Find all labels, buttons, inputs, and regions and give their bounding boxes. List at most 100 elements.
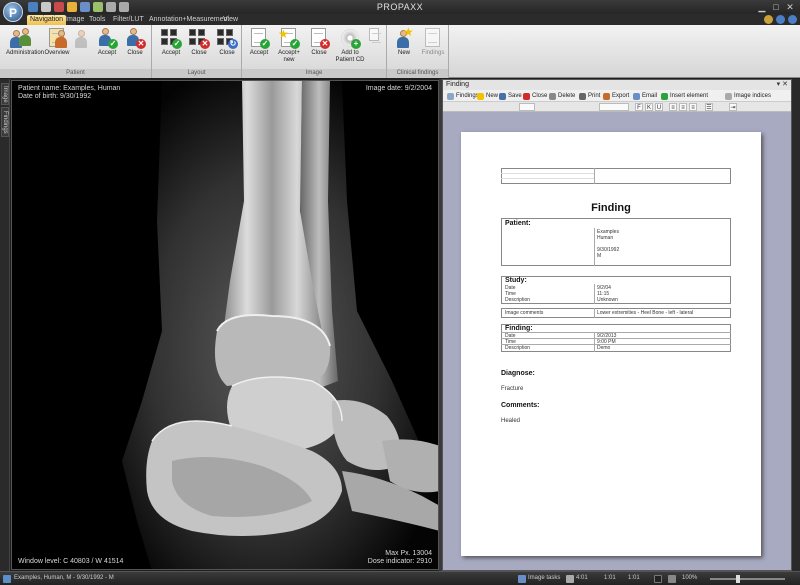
finding-document[interactable]: Finding Patient: Examples Human 9/30/199… <box>461 132 761 556</box>
doc-comments-text: Healed <box>501 418 521 424</box>
left-tab-findings[interactable]: Findings <box>1 107 9 137</box>
doc-finding-label: Description <box>505 345 531 351</box>
email-tool[interactable]: Email <box>633 91 657 101</box>
indent-icon[interactable]: ⇥ <box>729 103 737 111</box>
add-to-patient-cd-button[interactable]: + Add to Patient CD <box>334 27 366 67</box>
delete-tool[interactable]: Delete <box>549 91 575 101</box>
tab-navigation[interactable]: Navigation <box>27 15 67 25</box>
patient-name-overlay: Patient name: Examples, Human <box>18 85 121 92</box>
administration-button[interactable]: Administration <box>6 27 44 67</box>
patient-status-icon <box>3 575 11 583</box>
align-right-icon[interactable]: ≡ <box>689 103 697 111</box>
doc-finding-heading: Finding: <box>505 325 533 332</box>
ribbon-group-layout: ✓ Accept ✕ Close ↻ Close Layout <box>152 25 242 78</box>
zoom-slider[interactable] <box>710 578 785 580</box>
tab-tools[interactable]: Tools <box>86 15 108 25</box>
view-mode-icon[interactable] <box>654 575 662 583</box>
app-title: PROPAXX <box>376 2 424 12</box>
doc-finding-value: Demo <box>597 345 611 351</box>
ribbon-group-clinical-findings: ★ New Findings Clinical findings <box>387 25 449 78</box>
image-tasks-icon[interactable] <box>518 575 526 583</box>
ribbon: Administration Overview ✓ Accept ✕ Close… <box>0 25 800 78</box>
layout-close-all-icon: ↻ <box>216 27 238 49</box>
group-label-patient: Patient <box>0 69 151 78</box>
title-bar: PROPAXX ▁ □ ✕ <box>0 0 800 14</box>
print-tool[interactable]: Print <box>579 91 600 101</box>
patient-close-button[interactable]: ✕ Close <box>120 27 150 67</box>
doc-title: Finding <box>591 202 631 214</box>
finding-toolbar: Findings New Save Close Delete Print Exp… <box>443 90 791 102</box>
ribbon-group-patient: Administration Overview ✓ Accept ✕ Close… <box>0 25 152 78</box>
patient-close-icon: ✕ <box>124 27 146 49</box>
insert-element-tool[interactable]: Insert element <box>661 91 708 101</box>
help-icon[interactable] <box>788 15 797 24</box>
fit-icon[interactable] <box>668 575 676 583</box>
user-small-icon <box>74 27 88 49</box>
layout-close-all-button[interactable]: ↻ Close <box>212 27 242 67</box>
administration-icon <box>10 27 32 49</box>
status-patient-text: Examples, Human, M - 9/30/1992 - M <box>14 575 114 581</box>
pin-icon[interactable]: ▾ ✕ <box>777 80 788 90</box>
italic-button[interactable]: K <box>645 103 653 111</box>
overview-button[interactable]: Overview <box>42 27 72 67</box>
close-icon[interactable]: ✕ <box>784 2 796 12</box>
cd-icon: + <box>339 27 361 49</box>
export-tool[interactable]: Export <box>603 91 629 101</box>
list-icon[interactable]: ☰ <box>705 103 713 111</box>
image-close-button[interactable]: ✕ Close <box>304 27 334 67</box>
patient-accept-button[interactable]: ✓ Accept <box>92 27 122 67</box>
layout-accept-button[interactable]: ✓ Accept <box>156 27 186 67</box>
finding-panel-title: Finding <box>446 81 469 88</box>
overview-icon <box>46 27 68 49</box>
font-select[interactable] <box>519 103 535 111</box>
new-tool[interactable]: New <box>477 91 498 101</box>
status-image-tasks[interactable]: Image tasks <box>528 575 560 581</box>
xray-image <box>122 81 438 569</box>
patient-small-button[interactable] <box>72 27 90 67</box>
align-left-icon[interactable]: ≡ <box>669 103 677 111</box>
tab-image[interactable]: Image <box>62 15 87 25</box>
image-viewer[interactable]: Patient name: Examples, Human Date of bi… <box>11 80 439 570</box>
info-icon[interactable] <box>776 15 785 24</box>
image-accept-button[interactable]: ✓ Accept <box>244 27 274 67</box>
maximize-icon[interactable]: □ <box>770 2 782 12</box>
left-panel-strip: Image Findings <box>0 79 10 571</box>
image-accept-new-button[interactable]: ★ ✓ Accept+ new <box>274 27 304 67</box>
layout-accept-icon: ✓ <box>160 27 182 49</box>
save-tool[interactable]: Save <box>499 91 522 101</box>
close-tool[interactable]: Close <box>523 91 547 101</box>
size-select[interactable] <box>599 103 629 111</box>
settings-icon[interactable] <box>764 15 773 24</box>
left-tab-image[interactable]: Image <box>1 83 9 105</box>
app-logo[interactable]: P <box>3 2 23 22</box>
format-toolbar: F K U ≡ ≡ ≡ ☰ ⇥ <box>443 102 791 112</box>
tab-filter-lut[interactable]: Filter/LUT <box>110 15 147 25</box>
underline-button[interactable]: U <box>655 103 663 111</box>
tab-view[interactable]: View <box>220 15 241 25</box>
finding-panel-header: Finding ▾ ✕ <box>443 80 791 90</box>
status-item: 1:01 <box>604 575 616 581</box>
dose-indicator-overlay: Dose indicator: 2910 <box>367 558 432 565</box>
doc-patient-value: Human <box>597 235 614 241</box>
zoom-slider-thumb[interactable] <box>736 575 740 583</box>
layout-close-button[interactable]: ✕ Close <box>184 27 214 67</box>
window-level-overlay: Window level: C 40803 / W 41514 <box>18 558 124 565</box>
findings-button[interactable]: Findings <box>418 27 448 67</box>
align-center-icon[interactable]: ≡ <box>679 103 687 111</box>
doc-header-box <box>501 168 731 184</box>
ribbon-group-image: ✓ Accept ★ ✓ Accept+ new ✕ Close + Add t… <box>242 25 387 78</box>
minimize-icon[interactable]: ▁ <box>756 2 768 12</box>
finding-new-button[interactable]: ★ New <box>389 25 419 67</box>
status-bar: Examples, Human, M - 9/30/1992 - M Image… <box>0 571 800 585</box>
image-accept-icon: ✓ <box>248 27 270 49</box>
clock-icon <box>566 575 574 583</box>
bold-button[interactable]: F <box>635 103 643 111</box>
doc-study-value: Unknown <box>597 297 618 303</box>
image-indices-tool[interactable]: Image indices <box>725 91 771 101</box>
patient-accept-icon: ✓ <box>96 27 118 49</box>
group-label-clinical-findings: Clinical findings <box>387 69 448 78</box>
image-small-button[interactable] <box>367 27 383 67</box>
findings-tool[interactable]: Findings <box>447 91 479 101</box>
group-label-image: Image <box>242 69 386 78</box>
group-label-layout: Layout <box>152 69 241 78</box>
